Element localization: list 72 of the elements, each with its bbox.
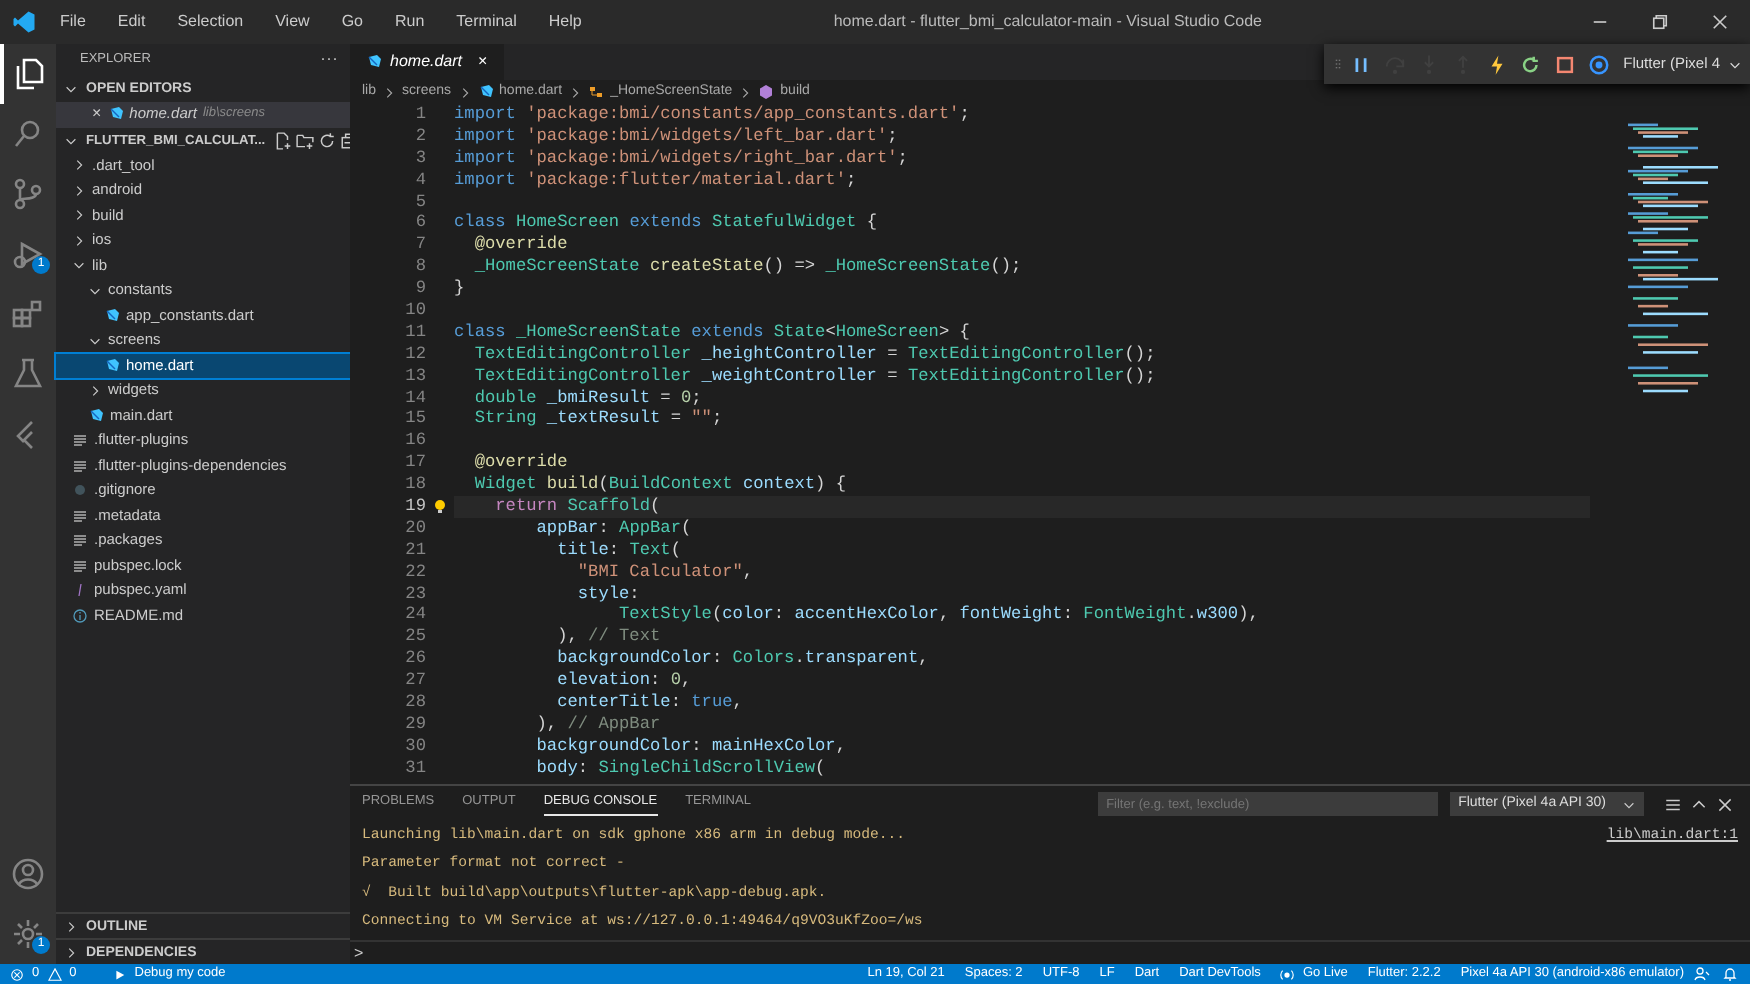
close-button[interactable]: × [478,50,488,74]
line-number: 28 [403,692,426,714]
menu-bar-entry[interactable]: Go [333,10,371,34]
line-number: 6 [413,212,426,235]
line-number: 27 [403,670,426,693]
line-number: 29 [403,713,426,736]
line-number: 23 [403,583,426,605]
code-line: double _bmiResult = 0; [472,387,702,409]
line-number: 17 [403,452,426,475]
line-number: 11 [403,321,426,344]
line-number: 8 [413,256,426,279]
code-line: backgroundColor: mainHexColor, [534,735,847,758]
line-number: 20 [403,517,426,540]
code-line: elevation: 0, [555,670,692,693]
menu-bar-entry[interactable]: View [267,10,318,34]
code-line: _HomeScreenState createState() => _HomeScreenState(); [472,256,1022,279]
line-number: 26 [403,648,426,671]
code-line: class HomeScreen extends StatefulWidget { [454,212,877,235]
line-number: 14 [403,387,426,409]
line-number: 21 [403,539,426,562]
code-line: "BMI Calculator", [575,561,754,584]
menu-bar-entry[interactable]: Help [540,10,590,34]
code-line: title: Text( [555,539,681,562]
line-number: 3 [413,147,426,170]
more-button[interactable]: ··· [320,46,338,74]
code-line: } [454,278,465,301]
line-number: 18 [403,474,426,497]
line-number: 13 [403,365,426,388]
menu-bar-entry[interactable]: Selection [169,10,252,34]
code-line: import 'package:flutter/material.dart'; [454,169,857,192]
code-line: import 'package:bmi/widgets/right_bar.dart'; [454,147,908,170]
code-line: TextStyle(color: accentHexColor, fontWeight: FontWeight.w300), [617,604,1259,627]
line-number: 15 [403,408,426,431]
line-number: 9 [413,278,426,301]
line-number: 24 [403,604,426,627]
code-line: import 'package:bmi/constants/app_constants.dart'; [454,104,970,126]
line-number: 4 [413,169,426,192]
line-number: 10 [403,300,426,322]
line-number: 2 [413,125,426,148]
code-line: @override [472,452,568,475]
line-number: 1 [413,104,426,126]
code-line: import 'package:bmi/widgets/left_bar.dart'; [454,125,898,148]
menu-bar-entry[interactable]: Terminal [448,10,525,34]
code-line: Widget build(BuildContext context) { [472,474,847,497]
line-number: 31 [403,757,426,780]
line-number: 30 [403,735,426,758]
code-line: @override [472,234,568,257]
code-line: String _textResult = ""; [472,408,723,431]
code-line: class _HomeScreenState extends State<HomeScreen> { [454,321,970,344]
menu-bar-entry[interactable]: File [52,10,94,34]
code-line: TextEditingController _heightController = TextEditingController(); [472,343,1156,366]
line-number: 5 [413,191,426,213]
code-line: body: SingleChildScrollView( [534,757,826,780]
menu-bar-entry[interactable]: Run [386,10,433,34]
line-number: 7 [413,234,426,257]
code-line: appBar: AppBar( [534,517,692,540]
line-number: 25 [403,626,426,649]
menu-bar-entry[interactable]: Edit [109,10,154,34]
line-number: 12 [403,343,426,366]
code-line: centerTitle: true, [555,692,743,714]
line-number: 16 [403,430,426,453]
console-prompt: > [354,944,364,962]
close-button[interactable]: × [92,102,102,127]
code-line: ), // Text [555,626,661,649]
code-line: ), // AppBar [534,713,661,736]
code-line: style: [575,583,640,605]
editor-tab[interactable]: home.dart × [350,44,504,80]
line-number: 22 [403,561,426,584]
code-line: backgroundColor: Colors.transparent, [555,648,929,671]
window-title: home.dart - flutter_bmi_calculator-main - Visual Studio Code [831,10,1265,34]
line-number: 19 [403,496,426,518]
code-line: TextEditingController _weightController = TextEditingController(); [472,365,1156,388]
